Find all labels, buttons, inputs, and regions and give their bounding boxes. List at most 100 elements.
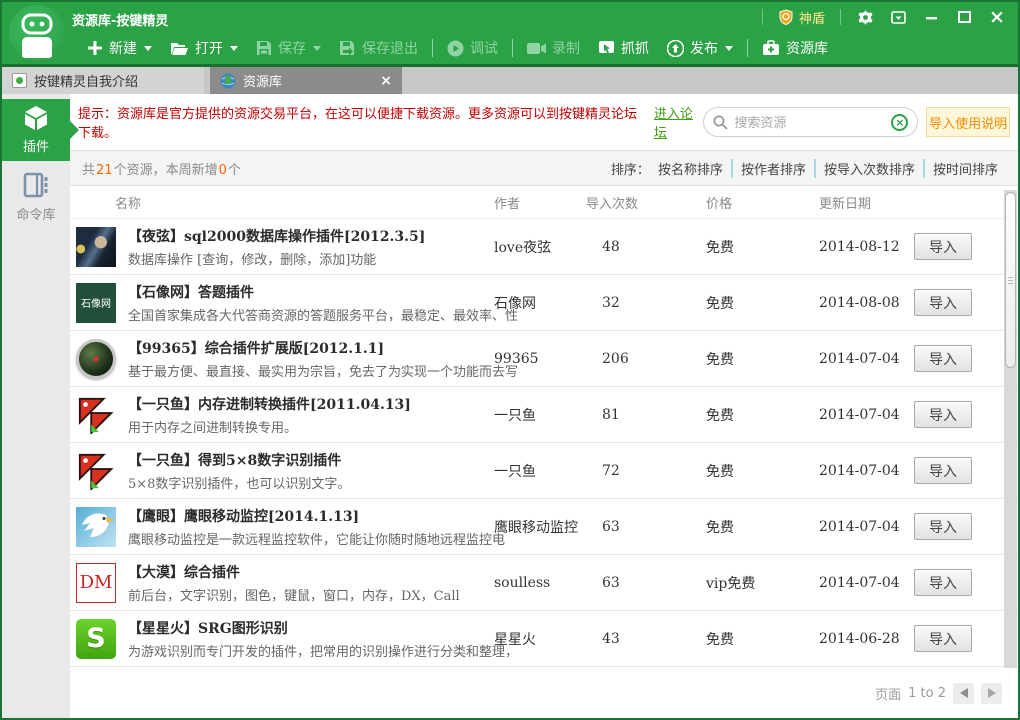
minimize-button[interactable] xyxy=(922,8,940,26)
publish-up-icon xyxy=(667,40,684,57)
table-row: 【99365】综合插件扩展版[2012.1.1] 基于最方便、最直接、最实用为宗… xyxy=(70,331,1018,387)
plugin-title[interactable]: 【99365】综合插件扩展版[2012.1.1] xyxy=(128,338,518,358)
close-button[interactable]: × xyxy=(988,8,1006,26)
import-button[interactable]: 导入 xyxy=(914,401,972,428)
plugin-title[interactable]: 【一只鱼】内存进制转换插件[2011.04.13] xyxy=(128,394,411,414)
command-book-icon xyxy=(22,171,50,199)
new-button[interactable]: 新建 xyxy=(78,32,161,64)
plugin-desc: 用于内存之间进制转换专用。 xyxy=(128,417,411,436)
plugin-imports: 48 xyxy=(586,239,706,255)
plugin-title[interactable]: 【一只鱼】得到5×8数字识别插件 xyxy=(128,450,350,470)
tab-self-intro[interactable]: 按键精灵自我介绍 xyxy=(2,67,204,94)
toolbar-separator xyxy=(747,39,748,57)
save-button[interactable]: 保存 xyxy=(247,32,330,64)
plugin-author: 一只鱼 xyxy=(494,405,586,425)
plugin-imports: 32 xyxy=(586,295,706,311)
resource-library-button[interactable]: 资源库 xyxy=(753,32,837,64)
import-button[interactable]: 导入 xyxy=(914,289,972,316)
dm-logo-icon: DM xyxy=(76,563,116,603)
debug-button[interactable]: 调试 xyxy=(438,32,507,64)
s-green-logo-icon: S xyxy=(76,619,116,659)
table-row: 石像网 【石像网】答题插件 全国首家集成各大代答商资源的答题服务平台，最稳定、最… xyxy=(70,275,1018,331)
search-box[interactable]: × xyxy=(703,107,918,137)
import-help-button[interactable]: 导入使用说明 xyxy=(926,107,1010,137)
plugin-price: 免费 xyxy=(706,349,819,369)
import-button[interactable]: 导入 xyxy=(914,345,972,372)
tab-close-icon[interactable]: × xyxy=(380,74,392,88)
header-imports: 导入次数 xyxy=(586,193,706,212)
sort-by-imports[interactable]: 按导入次数排序 xyxy=(814,159,923,178)
floppy-exit-icon xyxy=(339,40,356,56)
total-count: 21 xyxy=(96,163,113,178)
plugin-desc: 为游戏识别而专门开发的插件，把常用的识别操作进行分类和整理， xyxy=(128,641,518,660)
plugin-title[interactable]: 【星星火】SRG图形识别 xyxy=(128,618,518,638)
dropdown-caret-icon xyxy=(230,46,238,51)
plugin-list: 【夜弦】sql2000数据库操作插件[2012.3.5] 数据库操作 [查询，修… xyxy=(70,219,1018,667)
plugin-imports: 206 xyxy=(586,351,706,367)
plugin-title[interactable]: 【石像网】答题插件 xyxy=(128,282,518,302)
next-page-button[interactable] xyxy=(981,683,1002,704)
plugin-date: 2014-06-28 xyxy=(819,631,914,647)
import-button[interactable]: 导入 xyxy=(914,569,972,596)
page-label: 页面 xyxy=(875,684,901,703)
stats-sort-bar: 共21个资源，本周新增0个 排序： 按名称排序 按作者排序 按导入次数排序 按时… xyxy=(70,150,1018,186)
enter-forum-link[interactable]: 进入论坛 xyxy=(654,103,703,141)
grab-button[interactable]: 抓抓 xyxy=(589,32,658,64)
red-triangles-icon xyxy=(76,451,116,491)
sort-by-time[interactable]: 按时间排序 xyxy=(923,159,1006,178)
plugin-date: 2014-07-04 xyxy=(819,575,914,591)
globe-icon xyxy=(220,73,236,89)
plugin-price: 免费 xyxy=(706,237,819,257)
titlebar-separator xyxy=(840,9,841,25)
header-author: 作者 xyxy=(494,193,586,212)
scrollbar-thumb[interactable] xyxy=(1005,192,1016,368)
plugin-desc: 数据库操作 [查询，修改，删除，添加]功能 xyxy=(128,249,425,268)
plugin-author: 石像网 xyxy=(494,293,586,313)
floppy-icon xyxy=(256,40,272,56)
dropdown-caret-icon xyxy=(144,46,152,51)
eagle-head-icon xyxy=(76,507,116,547)
plugin-price: vip免费 xyxy=(706,573,819,593)
sidebar-item-command-library[interactable]: 命令库 xyxy=(2,166,70,228)
new-count: 0 xyxy=(219,163,227,178)
vertical-scrollbar[interactable] xyxy=(1004,190,1017,676)
window-menu-icon[interactable] xyxy=(889,8,907,26)
next-arrow-icon xyxy=(988,688,996,698)
plugin-title[interactable]: 【夜弦】sql2000数据库操作插件[2012.3.5] xyxy=(128,226,425,246)
header-date: 更新日期 xyxy=(819,193,914,212)
import-button[interactable]: 导入 xyxy=(914,513,972,540)
sort-by-author[interactable]: 按作者排序 xyxy=(731,159,814,178)
plugin-price: 免费 xyxy=(706,293,819,313)
save-exit-button[interactable]: 保存退出 xyxy=(330,32,427,64)
import-button[interactable]: 导入 xyxy=(914,457,972,484)
sidebar-item-plugins[interactable]: 插件 xyxy=(2,99,70,161)
plugin-title[interactable]: 【大漠】综合插件 xyxy=(128,562,460,582)
sort-by-name[interactable]: 按名称排序 xyxy=(650,159,731,178)
table-row: S 【星星火】SRG图形识别 为游戏识别而专门开发的插件，把常用的识别操作进行分… xyxy=(70,611,1018,667)
table-row: 【一只鱼】得到5×8数字识别插件 5×8数字识别插件，也可以识别文字。 一只鱼 … xyxy=(70,443,1018,499)
table-header: 名称 作者 导入次数 价格 更新日期 xyxy=(70,186,1018,219)
plugin-author: 一只鱼 xyxy=(494,461,586,481)
plugin-author: 星星火 xyxy=(494,629,586,649)
import-button[interactable]: 导入 xyxy=(914,233,972,260)
shield-badge[interactable]: 神盾 xyxy=(778,8,825,27)
open-button[interactable]: 打开 xyxy=(161,32,247,64)
import-button[interactable]: 导入 xyxy=(914,625,972,652)
maximize-button[interactable] xyxy=(955,8,973,26)
plugin-author: soulless xyxy=(494,575,586,591)
settings-gear-icon[interactable] xyxy=(856,8,874,26)
record-button[interactable]: 录制 xyxy=(518,32,589,64)
prev-page-button[interactable] xyxy=(953,683,974,704)
resource-count-text: 共21个资源，本周新增0个 xyxy=(82,159,241,178)
clear-search-icon[interactable]: × xyxy=(891,114,908,131)
publish-button[interactable]: 发布 xyxy=(658,32,742,64)
search-input[interactable] xyxy=(734,115,885,130)
plugin-date: 2014-07-04 xyxy=(819,351,914,367)
app-window: 资源库-按键精灵 神盾 × xyxy=(0,0,1020,720)
plugin-author: love夜弦 xyxy=(494,237,586,257)
tab-bar: 按键精灵自我介绍 资源库 × xyxy=(2,64,1018,94)
play-circle-icon xyxy=(447,40,464,57)
plugin-title[interactable]: 【鹰眼】鹰眼移动监控[2014.1.13] xyxy=(128,506,505,526)
tab-resource-library[interactable]: 资源库 × xyxy=(210,67,402,94)
toolbar-separator xyxy=(432,39,433,57)
